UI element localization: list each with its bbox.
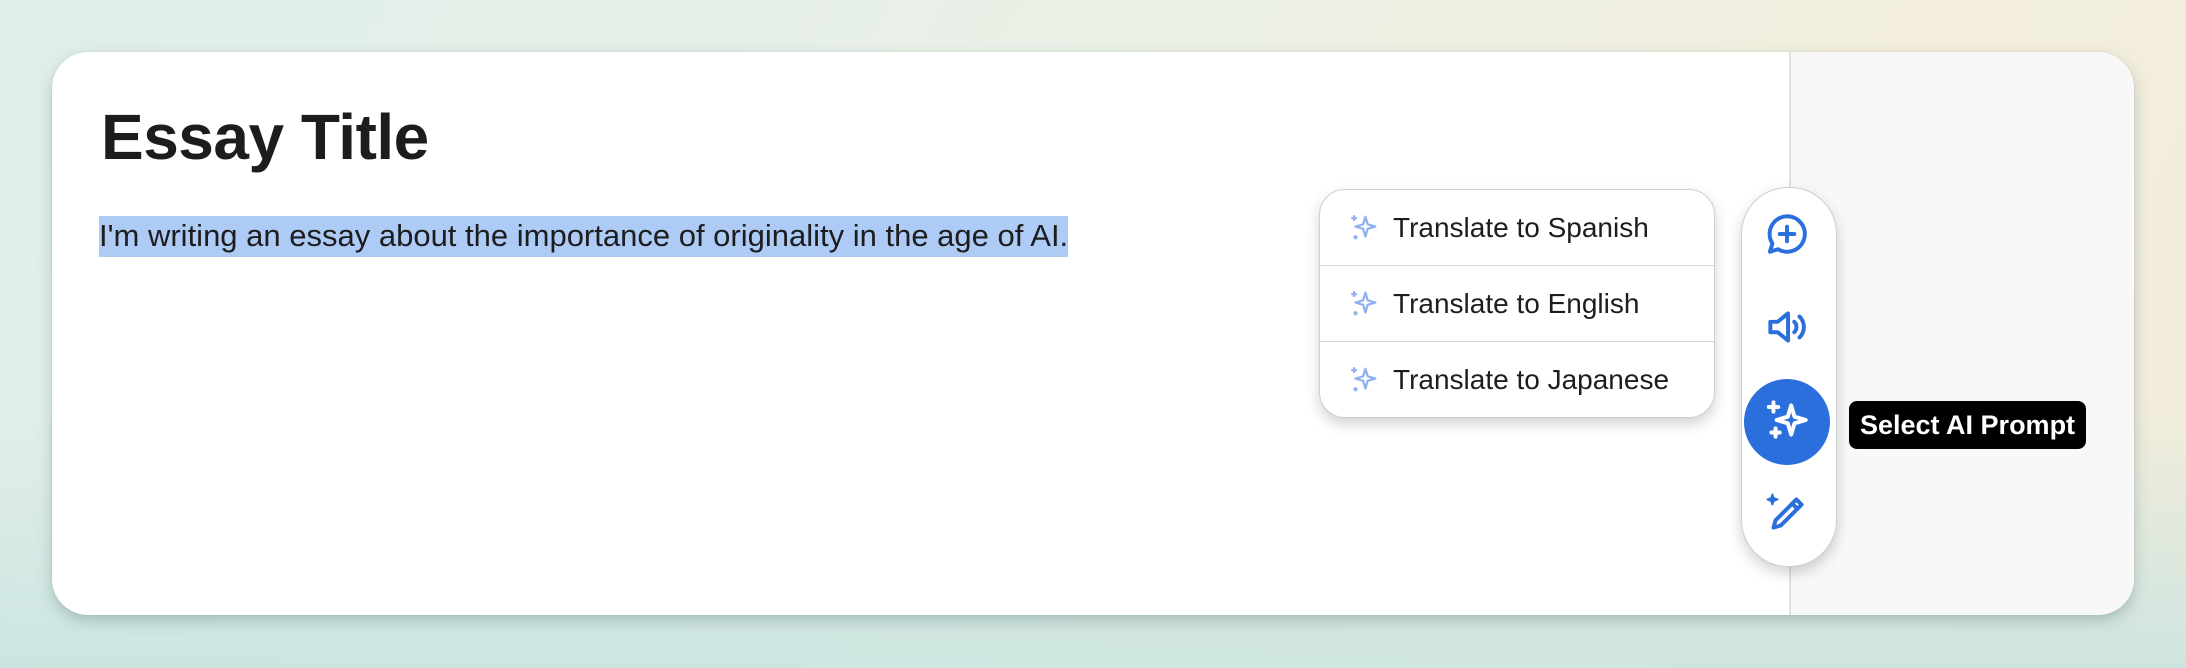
menu-item-translate-english[interactable]: Translate to English: [1320, 266, 1714, 342]
add-comment-button[interactable]: [1744, 193, 1830, 279]
menu-item-translate-japanese[interactable]: Translate to Japanese: [1320, 342, 1714, 417]
menu-item-label: Translate to Japanese: [1393, 363, 1670, 395]
menu-item-label: Translate to English: [1393, 287, 1640, 319]
sparkle-icon: [1347, 363, 1381, 397]
sparkle-icon: [1347, 211, 1381, 245]
sparkles-icon: [1762, 395, 1812, 450]
essay-title[interactable]: Essay Title: [101, 100, 429, 174]
sparkle-icon: [1347, 287, 1381, 321]
ai-prompt-button[interactable]: [1744, 379, 1830, 465]
ai-edit-button[interactable]: [1744, 472, 1830, 558]
menu-item-label: Translate to Spanish: [1393, 211, 1649, 243]
menu-item-translate-spanish[interactable]: Translate to Spanish: [1320, 190, 1714, 266]
chat-plus-icon: [1762, 209, 1812, 264]
speaker-icon: [1762, 302, 1812, 357]
essay-body[interactable]: I'm writing an essay about the importanc…: [99, 212, 1069, 260]
floating-toolbar: [1741, 187, 1837, 567]
pencil-sparkle-icon: [1762, 488, 1812, 543]
selected-text[interactable]: I'm writing an essay about the importanc…: [99, 216, 1069, 257]
tooltip: Select AI Prompt: [1849, 401, 2087, 449]
ai-prompt-menu: Translate to Spanish Translate to Englis…: [1319, 189, 1715, 418]
side-panel: [1789, 52, 2134, 615]
read-aloud-button[interactable]: [1744, 286, 1830, 372]
